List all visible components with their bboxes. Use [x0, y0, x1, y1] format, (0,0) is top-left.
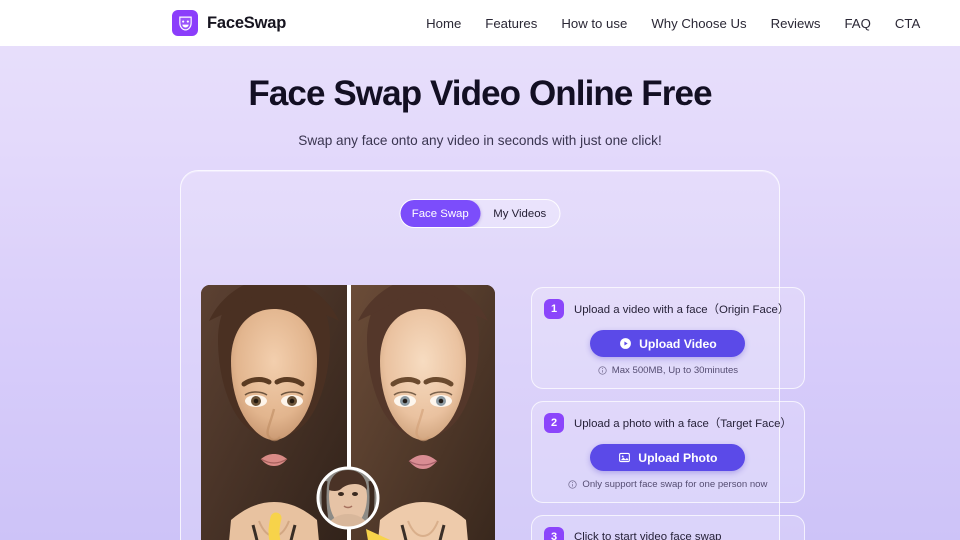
face-swap-app-card: Face Swap My Videos 1 Upload a video wit…	[180, 170, 805, 540]
hero-section: Face Swap Video Online Free Swap any fac…	[0, 46, 960, 148]
upload-photo-button[interactable]: Upload Photo	[590, 444, 746, 471]
step-2-head: 2 Upload a photo with a face（Target Face…	[544, 413, 792, 433]
step-card-2: 2 Upload a photo with a face（Target Face…	[531, 401, 805, 503]
site-header: FaceSwap Home Features How to use Why Ch…	[0, 0, 960, 46]
steps-panel: 1 Upload a video with a face（Origin Face…	[531, 285, 805, 540]
hero-subtitle: Swap any face onto any video in seconds …	[298, 132, 662, 148]
brand-name: FaceSwap	[207, 13, 287, 32]
nav-item-why-choose-us[interactable]: Why Choose Us	[651, 16, 746, 31]
step-1-hint-text: Max 500MB, Up to 30minutes	[611, 365, 739, 376]
main-nav: Home Features How to use Why Choose Us R…	[426, 16, 920, 31]
step-card-1: 1 Upload a video with a face（Origin Face…	[531, 287, 805, 389]
step-3-badge: 3	[544, 527, 564, 540]
upload-video-button-label: Upload Video	[639, 336, 717, 351]
nav-item-features[interactable]: Features	[485, 16, 537, 31]
upload-video-button[interactable]: Upload Video	[590, 330, 746, 357]
image-icon	[618, 451, 631, 464]
upload-photo-button-label: Upload Photo	[638, 450, 718, 465]
tab-face-swap[interactable]: Face Swap	[400, 200, 480, 227]
step-2-hint: Only support face swap for one person no…	[544, 479, 792, 490]
nav-item-how-to-use[interactable]: How to use	[561, 16, 627, 31]
info-circle-icon	[568, 480, 577, 489]
tab-my-videos[interactable]: My Videos	[480, 200, 560, 227]
step-card-3: 3 Click to start video face swap Swap No…	[531, 515, 805, 540]
nav-item-reviews[interactable]: Reviews	[771, 16, 821, 31]
step-2-label: Upload a photo with a face（Target Face）	[574, 418, 792, 430]
step-3-head: 3 Click to start video face swap	[544, 527, 792, 540]
nav-item-faq[interactable]: FAQ	[844, 16, 870, 31]
step-2-badge: 2	[544, 413, 564, 433]
step-1-hint: Max 500MB, Up to 30minutes	[544, 365, 792, 376]
step-1-label: Upload a video with a face（Origin Face）	[574, 304, 790, 316]
info-circle-icon	[598, 366, 607, 375]
step-2-hint-text: Only support face swap for one person no…	[582, 479, 768, 490]
tab-switch: Face Swap My Videos	[399, 199, 561, 228]
step-1-head: 1 Upload a video with a face（Origin Face…	[544, 299, 792, 319]
page-title: Face Swap Video Online Free	[248, 74, 712, 113]
theater-mask-icon	[172, 10, 198, 36]
nav-item-home[interactable]: Home	[426, 16, 461, 31]
nav-item-cta[interactable]: CTA	[895, 16, 920, 31]
brand-logo[interactable]: FaceSwap	[172, 10, 286, 36]
workspace: 1 Upload a video with a face（Origin Face…	[201, 285, 805, 540]
step-1-badge: 1	[544, 299, 564, 319]
play-circle-icon	[619, 337, 632, 350]
face-swap-preview-image	[201, 285, 495, 540]
step-3-label: Click to start video face swap	[574, 531, 722, 540]
